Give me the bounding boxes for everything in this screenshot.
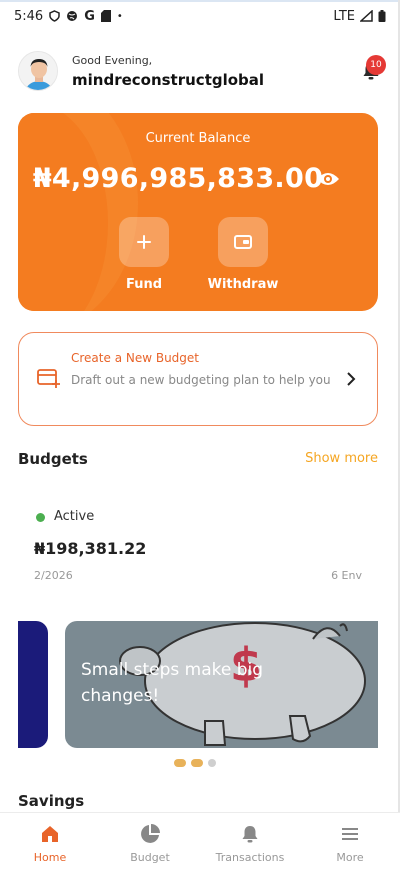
notification-button[interactable]: 10 — [360, 55, 386, 82]
balance-label: Current Balance — [145, 131, 251, 146]
previous-slide[interactable] — [18, 621, 48, 748]
add-card-icon — [37, 369, 60, 388]
status-dot — [36, 513, 45, 522]
promo-text: Small steps make big changes! — [81, 660, 264, 706]
network-label: LTE — [333, 8, 355, 24]
shield-icon — [49, 10, 60, 22]
promo-slide[interactable]: $ Small steps make big changes! — [65, 621, 378, 748]
sd-card-icon — [100, 10, 111, 22]
create-budget-description: Draft out a new budgeting plan to help y… — [71, 373, 331, 387]
notification-badge: 10 — [366, 55, 386, 75]
carousel-indicators — [174, 759, 216, 767]
nav-budget-label: Budget — [130, 851, 170, 864]
dot-icon: • — [116, 10, 123, 22]
plus-icon — [137, 235, 151, 249]
balance-card: Current Balance ₦4,996,985,833.00 Fund W… — [18, 113, 378, 311]
globe-icon — [67, 11, 78, 21]
nav-home[interactable]: Home — [0, 813, 100, 875]
create-budget-card[interactable]: Create a New Budget Draft out a new budg… — [18, 332, 378, 426]
budget-date: 2/2026 — [34, 569, 73, 582]
bell-icon — [242, 826, 258, 843]
google-icon: G — [84, 8, 95, 24]
bottom-nav: Home Budget Transactions More — [0, 812, 400, 875]
nav-more[interactable]: More — [300, 813, 400, 875]
budget-card[interactable]: Active ₦198,381.22 2/2026 6 Env — [18, 495, 378, 595]
user-avatar-icon — [19, 52, 57, 90]
nav-transactions-label: Transactions — [215, 851, 285, 864]
header: Good Evening, mindreconstructglobal 10 — [18, 50, 386, 92]
create-budget-title: Create a New Budget — [71, 351, 200, 365]
status-bar: 5:46 G • LTE — [0, 0, 400, 32]
budget-amount: ₦198,381.22 — [34, 539, 147, 558]
avatar[interactable] — [18, 51, 58, 91]
budgets-heading: Budgets — [18, 450, 88, 468]
savings-heading: Savings — [18, 792, 85, 810]
indicator-dot-active[interactable] — [191, 759, 203, 767]
menu-icon — [342, 828, 358, 840]
withdraw-label: Withdraw — [207, 277, 279, 292]
promo-carousel[interactable]: $ Small steps make big changes! — [18, 621, 378, 748]
battery-icon — [378, 10, 386, 22]
budget-envelopes: 6 Env — [331, 569, 362, 582]
wallet-icon — [234, 235, 252, 249]
indicator-dot[interactable] — [208, 759, 216, 767]
show-more-link[interactable]: Show more — [305, 451, 378, 466]
eye-icon[interactable] — [316, 171, 340, 187]
nav-budget[interactable]: Budget — [100, 813, 200, 875]
status-time: 5:46 — [14, 8, 44, 24]
indicator-dot[interactable] — [174, 759, 186, 767]
chevron-right-icon — [347, 372, 356, 386]
budget-status: Active — [54, 509, 95, 524]
greeting-text: Good Evening, — [72, 53, 153, 67]
nav-transactions[interactable]: Transactions — [200, 813, 300, 875]
nav-home-label: Home — [33, 851, 67, 864]
home-icon — [42, 826, 58, 842]
username: mindreconstructglobal — [72, 70, 265, 89]
withdraw-button[interactable] — [218, 217, 268, 267]
fund-button[interactable] — [119, 217, 169, 267]
signal-icon — [360, 10, 373, 22]
nav-more-label: More — [336, 851, 364, 864]
pie-chart-icon — [141, 824, 160, 843]
fund-label: Fund — [125, 277, 163, 292]
